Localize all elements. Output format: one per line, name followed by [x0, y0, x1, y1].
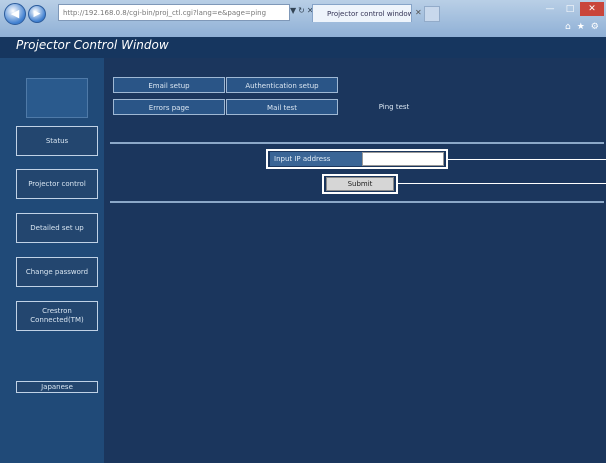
sidebar-item-status[interactable]: Status [16, 126, 98, 156]
new-tab-button[interactable] [424, 6, 440, 22]
tab-mail-test[interactable]: Mail test [226, 99, 338, 115]
ip-address-input[interactable] [362, 152, 444, 166]
ip-address-label: Input IP address [270, 152, 362, 166]
submit-callout-line [398, 183, 606, 184]
sidebar-item-detailed-set-up[interactable]: Detailed set up [16, 213, 98, 243]
submit-button[interactable]: Submit [326, 177, 394, 191]
divider-top [110, 142, 604, 144]
address-bar[interactable]: http://192.168.0.8/cgi-bin/proj_ctl.cgi?… [58, 4, 290, 21]
browser-chrome: ◀ ▶ http://192.168.0.8/cgi-bin/proj_ctl.… [0, 0, 606, 37]
sidebar-item-japanese[interactable]: Japanese [16, 381, 98, 393]
browser-tab[interactable]: Projector control window [312, 4, 412, 22]
close-window-icon[interactable]: ✕ [580, 2, 604, 16]
sidebar-item-change-password[interactable]: Change password [16, 257, 98, 287]
sidebar-item-crestron[interactable]: Crestron Connected(TM) [16, 301, 98, 331]
tab-email-setup[interactable]: Email setup [113, 77, 225, 93]
page-title: Projector Control Window [16, 38, 169, 52]
browser-toolbar-icons[interactable]: ⌂★⚙ [565, 22, 605, 32]
tab-errors-page[interactable]: Errors page [113, 99, 225, 115]
page-margin [606, 0, 614, 463]
forward-arrow-icon[interactable]: ▶ [28, 5, 46, 23]
maximize-icon[interactable]: □ [560, 2, 580, 16]
back-arrow-icon[interactable]: ◀ [4, 3, 26, 25]
tab-authentication-setup[interactable]: Authentication setup [226, 77, 338, 93]
sidebar-item-projector-control[interactable]: Projector control [16, 169, 98, 199]
tab-close-icon[interactable]: ✕ [415, 8, 422, 17]
panasonic-logo [26, 78, 88, 118]
ip-callout-line [448, 159, 606, 160]
minimize-icon[interactable]: — [540, 2, 560, 16]
divider-bottom [110, 201, 604, 203]
tab-ping-test[interactable]: Ping test [338, 99, 450, 119]
